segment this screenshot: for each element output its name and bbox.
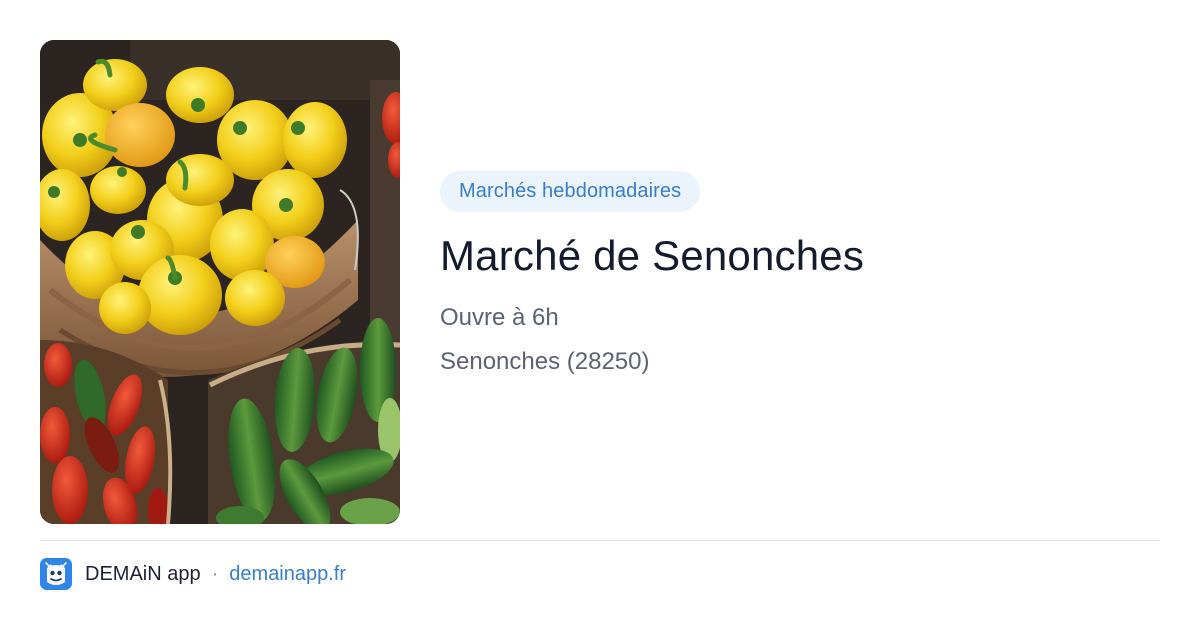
market-title: Marché de Senonches <box>440 232 865 279</box>
footer-separator: · <box>211 562 219 585</box>
market-info: Marchés hebdomadaires Marché de Senonche… <box>440 171 1160 378</box>
footer-divider <box>40 540 1160 541</box>
market-location: Senonches (28250) <box>440 348 650 375</box>
app-domain-link[interactable]: demainapp.fr <box>229 563 346 586</box>
app-name: DEMAiN app <box>85 562 201 585</box>
footer: DEMAiN app · demainapp.fr <box>40 557 346 591</box>
app-logo-icon <box>40 558 72 590</box>
market-photo <box>40 40 400 524</box>
opening-time: Ouvre à 6h <box>440 304 559 331</box>
share-card: Marchés hebdomadaires Marché de Senonche… <box>0 0 1200 630</box>
category-tag[interactable]: Marchés hebdomadaires <box>440 171 701 212</box>
